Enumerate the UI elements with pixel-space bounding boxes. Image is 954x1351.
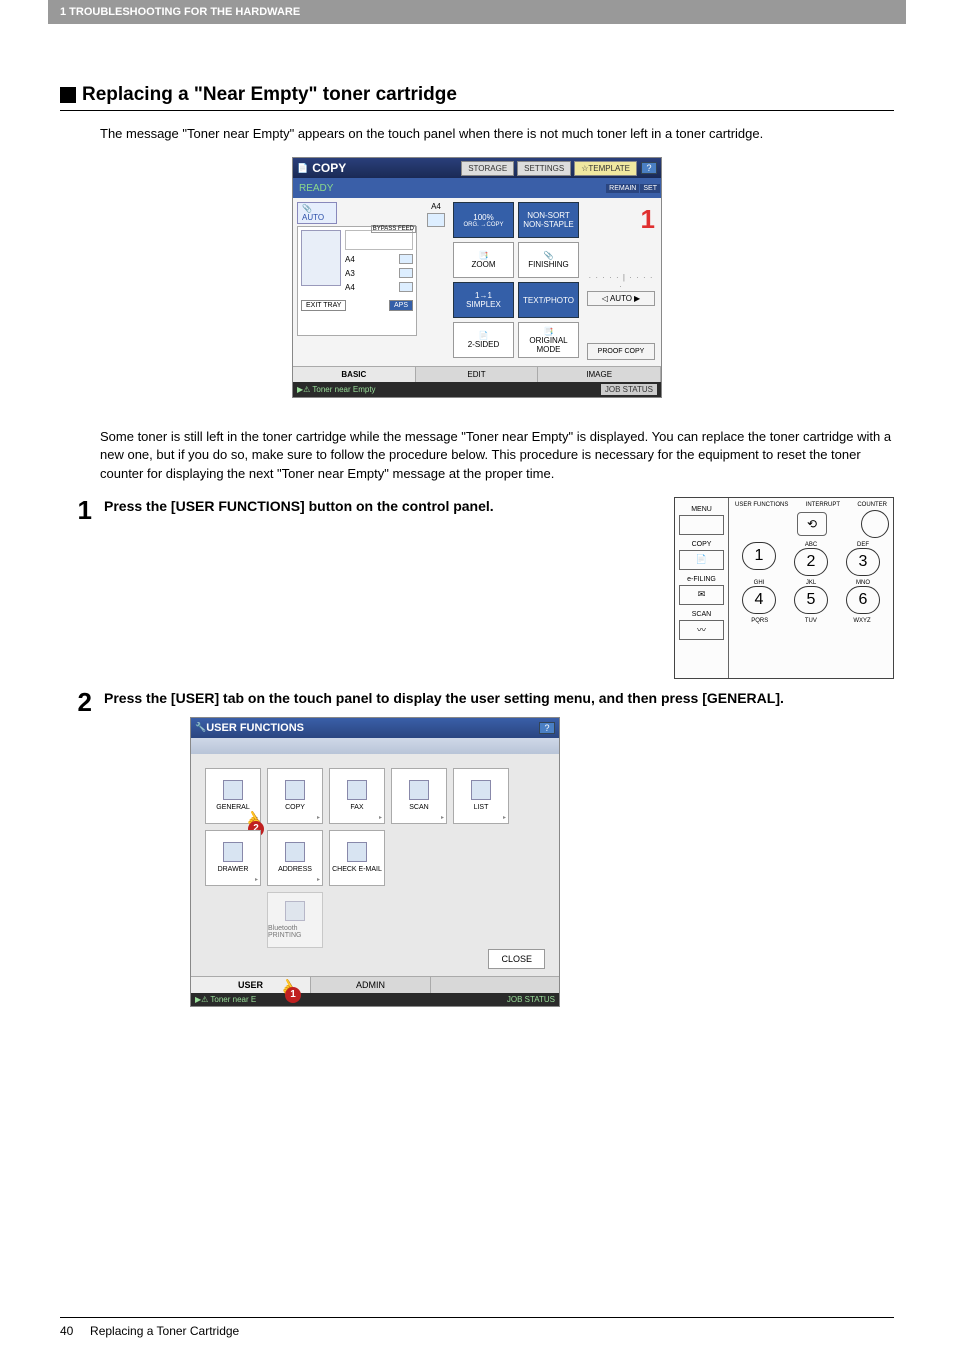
template-button[interactable]: ☆TEMPLATE: [574, 161, 637, 176]
twosided-button[interactable]: 📄 2-SIDED: [453, 322, 514, 358]
ready-label: READY: [299, 183, 606, 194]
remain-label: REMAIN: [606, 184, 639, 193]
status-message: ⚠ Toner near Empty: [303, 385, 601, 394]
uf-title: USER FUNCTIONS: [206, 722, 304, 734]
breadcrumb-text: 1 TROUBLESHOOTING FOR THE HARDWARE: [60, 6, 300, 18]
density-dots: · · · · · | · · · · ·: [587, 273, 655, 291]
tab-image[interactable]: IMAGE: [538, 367, 661, 382]
tray-a4-2[interactable]: A4: [345, 282, 413, 292]
scan-button[interactable]: 〰: [679, 620, 724, 640]
interrupt-button[interactable]: ⟲: [797, 512, 827, 536]
page-footer: 40 Replacing a Toner Cartridge: [60, 1317, 894, 1338]
counter-button[interactable]: [861, 510, 889, 538]
job-status-button[interactable]: JOB STATUS: [601, 384, 657, 395]
zoom-button[interactable]: 📑 ZOOM: [453, 242, 514, 278]
uf-scan-button[interactable]: SCAN▸: [391, 768, 447, 824]
proof-copy-button[interactable]: PROOF COPY: [587, 343, 655, 360]
storage-button[interactable]: STORAGE: [461, 161, 514, 176]
uf-checkemail-button[interactable]: CHECK E-MAIL: [329, 830, 385, 886]
uf-list-button[interactable]: LIST▸: [453, 768, 509, 824]
note-paragraph: Some toner is still left in the toner ca…: [100, 428, 894, 483]
auto-density-button[interactable]: ◁AUTO▶: [587, 291, 655, 306]
page-number: 40: [60, 1324, 73, 1338]
uf-icon: 🔧: [195, 722, 206, 733]
tray-a4[interactable]: A4: [345, 254, 413, 264]
uf-tab-admin[interactable]: ADMIN: [311, 977, 431, 993]
intro-paragraph: The message "Toner near Empty" appears o…: [100, 125, 894, 143]
footer-title: Replacing a Toner Cartridge: [90, 1324, 239, 1338]
exit-tray-button[interactable]: EXIT TRAY: [301, 300, 346, 311]
nonsort-button[interactable]: NON-SORT NON-STAPLE: [518, 202, 579, 238]
uf-address-button[interactable]: ADDRESS▸: [267, 830, 323, 886]
step-1-text: Press the [USER FUNCTIONS] button on the…: [104, 497, 674, 515]
copy-button[interactable]: 📄: [679, 550, 724, 570]
copy-label: COPY: [679, 541, 724, 548]
step-2-text: Press the [USER] tab on the touch panel …: [104, 689, 894, 707]
set-label: SET: [640, 184, 660, 193]
key-4[interactable]: 4: [742, 586, 776, 614]
finishing-button[interactable]: 📎 FINISHING: [518, 242, 579, 278]
callout-1: 1: [285, 987, 301, 1003]
menu-button[interactable]: [679, 515, 724, 535]
settings-button[interactable]: SETTINGS: [517, 161, 571, 176]
step-1-number: 1: [60, 497, 104, 523]
zoom-pct-button[interactable]: 100%ORG. →COPY: [453, 202, 514, 238]
step-1: 1 Press the [USER FUNCTIONS] button on t…: [60, 497, 894, 679]
tab-edit[interactable]: EDIT: [416, 367, 539, 382]
key-1[interactable]: 1: [742, 542, 776, 570]
step-2-number: 2: [60, 689, 104, 715]
copy-screen-title: COPY: [312, 161, 346, 175]
step-2: 2 Press the [USER] tab on the touch pane…: [60, 689, 894, 1027]
interrupt-label: INTERRUPT: [806, 502, 840, 508]
uf-drawer-button[interactable]: DRAWER▸: [205, 830, 261, 886]
page-content: Replacing a "Near Empty" toner cartridge…: [0, 24, 954, 1057]
aps-button[interactable]: APS: [389, 300, 413, 311]
section-bullet-icon: [60, 87, 76, 103]
key-3[interactable]: 3: [846, 548, 880, 576]
copy-count: 1: [587, 204, 655, 235]
control-panel-image: MENU COPY 📄 e-FILING ✉ SCAN 〰 USER FUNCT…: [674, 497, 894, 679]
tray-a3[interactable]: A3: [345, 268, 413, 278]
key-5[interactable]: 5: [794, 586, 828, 614]
origmode-button[interactable]: 📑 ORIGINAL MODE: [518, 322, 579, 358]
key-2[interactable]: 2: [794, 548, 828, 576]
bypass-feed[interactable]: BYPASS FEED: [371, 225, 416, 233]
uf-general-button[interactable]: GENERAL▸ ☝ 2: [205, 768, 261, 824]
uf-copy-button[interactable]: COPY▸: [267, 768, 323, 824]
paper-tray-box: BYPASS FEED A4 A3 A4 EXIT TRAY APS: [297, 226, 417, 336]
simplex-button[interactable]: 1→1SIMPLEX: [453, 282, 514, 318]
key-6[interactable]: 6: [846, 586, 880, 614]
counter-label: COUNTER: [857, 502, 887, 508]
efiling-label: e-FILING: [679, 576, 724, 583]
uf-job-status-button[interactable]: JOB STATUS: [507, 995, 555, 1004]
tab-basic[interactable]: BASIC: [293, 367, 416, 382]
textphoto-button[interactable]: TEXT/PHOTO: [518, 282, 579, 318]
uf-help-button[interactable]: ?: [539, 722, 555, 734]
scan-label: SCAN: [679, 611, 724, 618]
section-title: Replacing a "Near Empty" toner cartridge: [82, 84, 457, 106]
menu-label: MENU: [679, 506, 724, 513]
uf-close-button[interactable]: CLOSE: [488, 949, 545, 969]
user-functions-screen-image: 🔧 USER FUNCTIONS ? GENERAL▸ ☝ 2 COPY▸: [190, 717, 560, 1007]
page-header: 1 TROUBLESHOOTING FOR THE HARDWARE: [48, 0, 906, 24]
auto-button[interactable]: 📎 AUTO: [297, 202, 337, 224]
uf-bluetooth-button[interactable]: Bluetooth PRINTING: [267, 892, 323, 948]
uf-fax-button[interactable]: FAX▸: [329, 768, 385, 824]
efiling-button[interactable]: ✉: [679, 585, 724, 605]
help-button[interactable]: ?: [641, 162, 657, 174]
section-title-row: Replacing a "Near Empty" toner cartridge: [60, 84, 894, 111]
copy-screen-image: 📄 COPY STORAGE SETTINGS ☆TEMPLATE ? READ…: [292, 157, 662, 398]
copy-icon: 📄: [297, 163, 308, 174]
uf-status-message: ⚠ Toner near E: [201, 995, 507, 1004]
